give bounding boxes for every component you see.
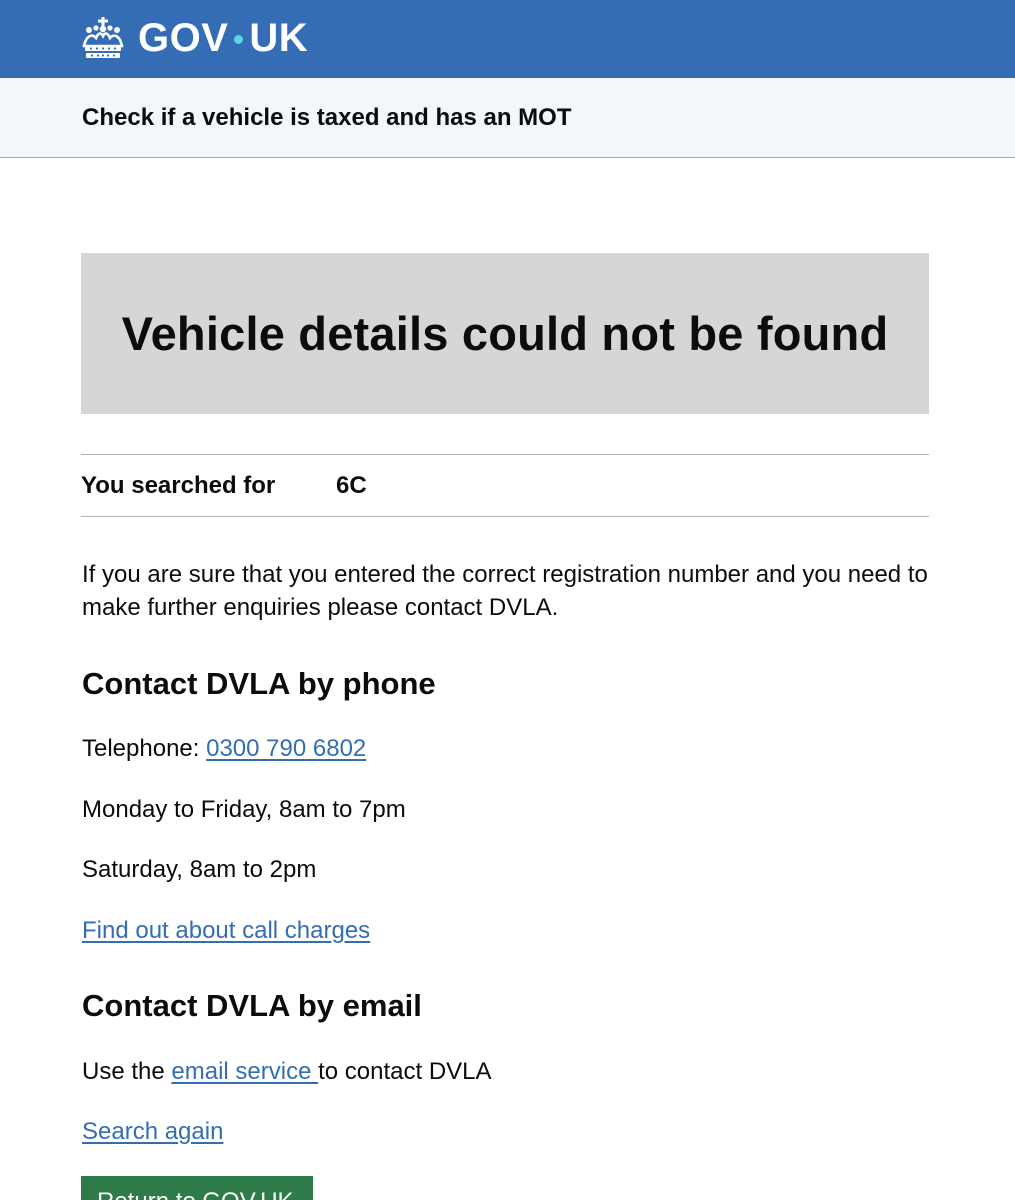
call-charges-line: Find out about call charges [82,914,370,947]
email-suffix: to contact DVLA [318,1058,492,1085]
intro-paragraph: If you are sure that you entered the cor… [82,561,928,621]
call-charges-link[interactable]: Find out about call charges [82,917,370,944]
telephone-label: Telephone: [82,735,207,762]
search-again-link[interactable]: Search again [82,1118,223,1145]
email-prefix: Use the [82,1058,172,1085]
search-again-line: Search again [82,1115,223,1148]
service-name-link[interactable]: Check if a vehicle is taxed and has an M… [82,104,572,132]
logo-text-uk: UK [249,16,309,60]
page-title: Vehicle details could not be found [121,307,889,360]
saturday-hours: Saturday, 8am to 2pm [82,856,317,883]
phone-heading: Contact DVLA by phone [82,666,436,701]
return-to-govuk-button[interactable]: Return to GOV.UK [81,1176,313,1200]
weekday-hours: Monday to Friday, 8am to 7pm [82,796,406,823]
registration-value: 6C [336,472,367,499]
govuk-logo-link[interactable]: GOV UK [80,12,308,64]
logo-dot [234,34,244,44]
logo-text-gov: GOV [138,16,229,60]
govuk-header: GOV UK [0,0,1015,78]
telephone-line: Telephone: 0300 790 6802 [82,732,366,765]
service-navigation: Check if a vehicle is taxed and has an M… [0,78,1015,158]
crown-icon [82,17,124,58]
email-service-link[interactable]: email service [171,1058,318,1085]
email-heading: Contact DVLA by email [82,988,422,1023]
telephone-link[interactable]: 0300 790 6802 [206,735,366,762]
email-line: Use the email service to contact DVLA [82,1055,492,1088]
result-panel: Vehicle details could not be found [81,253,929,414]
govuk-wordmark: GOV UK [138,18,308,58]
summary-key: You searched for [81,472,276,499]
search-summary: You searched for 6C [81,454,929,517]
